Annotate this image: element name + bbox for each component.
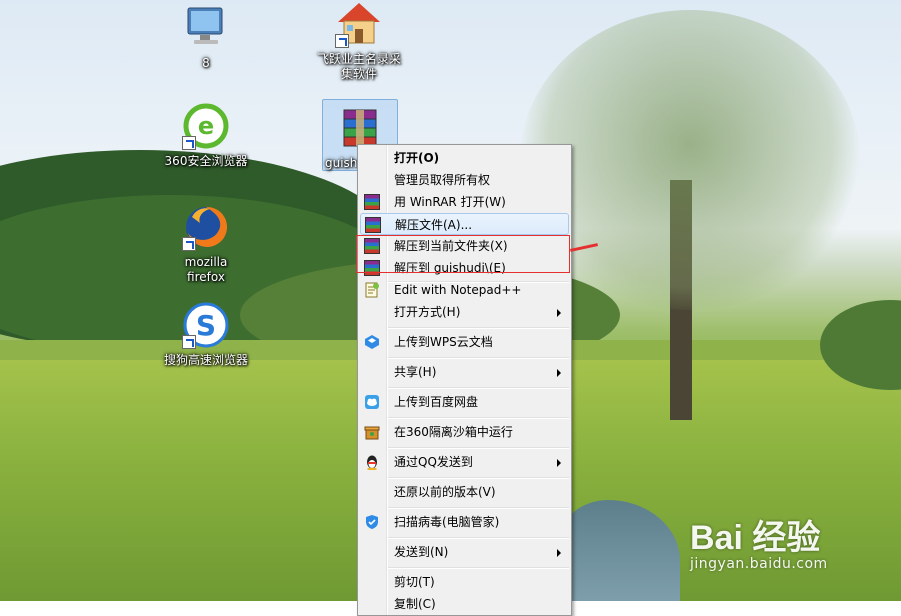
menu-item-edit-notepad-plus[interactable]: Edit with Notepad++: [360, 279, 569, 301]
menu-item-label: 通过QQ发送到: [394, 455, 473, 469]
menu-item-restore-versions[interactable]: 还原以前的版本(V): [360, 481, 569, 503]
menu-item-extract-files[interactable]: 解压文件(A)...: [360, 213, 569, 235]
shortcut-arrow-icon: [182, 136, 196, 150]
desktop-icon-label: 飞跃业主名录采集软件: [317, 52, 402, 81]
menu-item-upload-wps[interactable]: 上传到WPS云文档: [360, 331, 569, 353]
menu-item-open[interactable]: 打开(O): [360, 147, 569, 169]
menu-separator: [388, 387, 569, 389]
menu-item-open-with[interactable]: 打开方式(H): [360, 301, 569, 323]
baidu-jingyan-watermark: Bai 经验 jingyan.baidu.com: [690, 520, 828, 572]
desktop-icon-label: 搜狗高速浏览器: [164, 353, 249, 367]
menu-item-take-ownership[interactable]: 管理员取得所有权: [360, 169, 569, 191]
submenu-arrow-icon: [557, 309, 561, 317]
sandbox-360-icon: [364, 424, 380, 440]
firefox-icon: [182, 203, 230, 251]
menu-item-label: 用 WinRAR 打开(W): [394, 195, 506, 209]
desktop-icon-house-app[interactable]: 飞跃业主名录采集软件: [317, 0, 401, 82]
submenu-arrow-icon: [557, 549, 561, 557]
360-browser-icon: e: [182, 102, 230, 150]
svg-text:e: e: [198, 112, 214, 140]
menu-item-label: 复制(C): [394, 597, 436, 611]
qq-icon: [364, 454, 380, 471]
wps-cloud-icon: [364, 334, 380, 350]
menu-separator: [388, 507, 569, 509]
menu-item-label: 共享(H): [394, 365, 437, 379]
watermark-brand: Bai 经验: [690, 519, 821, 557]
shortcut-arrow-icon: [182, 335, 196, 349]
menu-item-label: 解压文件(A)...: [395, 218, 473, 232]
menu-item-label: Edit with Notepad++: [394, 283, 522, 297]
menu-separator: [388, 447, 569, 449]
menu-item-label: 扫描病毒(电脑管家): [394, 515, 500, 529]
menu-separator: [388, 477, 569, 479]
submenu-arrow-icon: [557, 369, 561, 377]
tencent-pc-manager-icon: [364, 514, 380, 530]
menu-item-label: 在360隔离沙箱中运行: [394, 425, 513, 439]
menu-separator: [388, 567, 569, 569]
computer-icon: [182, 4, 230, 52]
desktop-icon-360-browser[interactable]: e 360安全浏览器: [164, 102, 248, 169]
desktop-icon-label: mozilla firefox: [184, 255, 228, 284]
baidu-netdisk-icon: [364, 394, 380, 410]
menu-item-share[interactable]: 共享(H): [360, 361, 569, 383]
svg-text:S: S: [196, 309, 216, 342]
menu-item-label: 上传到百度网盘: [394, 395, 479, 409]
menu-item-copy[interactable]: 复制(C): [360, 593, 569, 615]
submenu-arrow-icon: [557, 459, 561, 467]
menu-item-label: 上传到WPS云文档: [394, 335, 493, 349]
menu-item-upload-baidu[interactable]: 上传到百度网盘: [360, 391, 569, 413]
menu-item-scan-virus[interactable]: 扫描病毒(电脑管家): [360, 511, 569, 533]
annotation-highlight-box: [356, 235, 570, 273]
menu-separator: [388, 417, 569, 419]
desktop-icon-sogou-browser[interactable]: S 搜狗高速浏览器: [164, 301, 248, 368]
watermark-url: jingyan.baidu.com: [690, 556, 828, 572]
menu-item-open-with-winrar[interactable]: 用 WinRAR 打开(W): [360, 191, 569, 213]
menu-item-label: 打开方式(H): [394, 305, 461, 319]
menu-item-label: 还原以前的版本(V): [394, 485, 496, 499]
shortcut-arrow-icon: [182, 237, 196, 251]
menu-item-label: 打开(O): [394, 151, 440, 165]
menu-separator: [388, 537, 569, 539]
shortcut-arrow-icon: [335, 34, 349, 48]
house-icon: [335, 0, 383, 48]
sogou-browser-icon: S: [182, 301, 230, 349]
desktop-icon-computer[interactable]: 8: [164, 4, 248, 71]
desktop-icon-firefox[interactable]: mozilla firefox: [164, 203, 248, 285]
menu-item-send-qq[interactable]: 通过QQ发送到: [360, 451, 569, 473]
menu-item-label: 发送到(N): [394, 545, 449, 559]
menu-item-send-to[interactable]: 发送到(N): [360, 541, 569, 563]
desktop-icon-label: 360安全浏览器: [164, 154, 248, 168]
menu-item-label: 剪切(T): [394, 575, 435, 589]
menu-separator: [388, 327, 569, 329]
context-menu: 打开(O) 管理员取得所有权 用 WinRAR 打开(W) 解压文件(A)...…: [357, 144, 572, 616]
menu-item-label: 管理员取得所有权: [394, 173, 491, 187]
desktop-icon-label: 8: [202, 56, 210, 70]
winrar-icon: [365, 217, 381, 233]
menu-separator: [388, 357, 569, 359]
menu-item-cut[interactable]: 剪切(T): [360, 571, 569, 593]
menu-item-360-sandbox[interactable]: 在360隔离沙箱中运行: [360, 421, 569, 443]
winrar-icon: [364, 194, 380, 210]
notepad-plus-icon: [364, 282, 380, 298]
